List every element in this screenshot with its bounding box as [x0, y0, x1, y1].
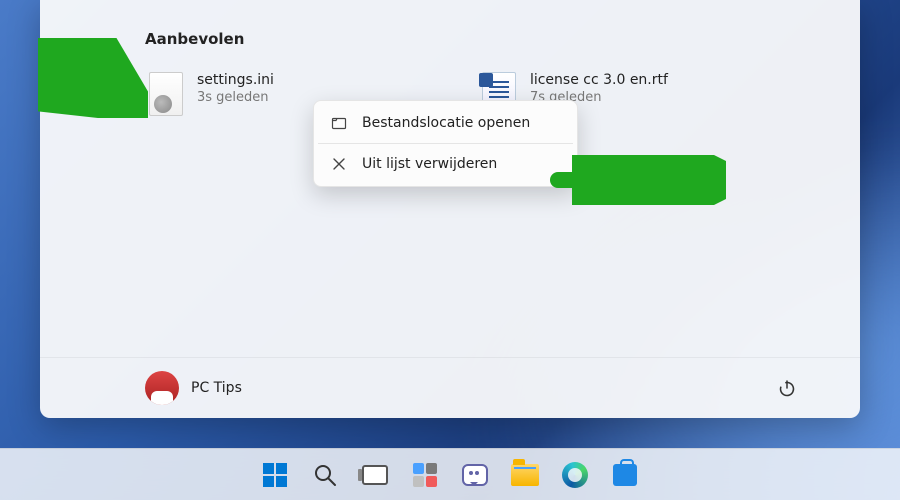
avatar: [145, 371, 179, 405]
file-name: settings.ini: [197, 72, 274, 88]
context-open-file-location[interactable]: Bestandslocatie openen: [318, 105, 573, 141]
context-remove-from-list[interactable]: Uit lijst verwijderen: [318, 146, 573, 182]
context-item-label: Bestandslocatie openen: [362, 115, 530, 131]
taskbar-widgets-button[interactable]: [404, 454, 446, 496]
taskbar-start-button[interactable]: [254, 454, 296, 496]
taskbar-store-button[interactable]: [604, 454, 646, 496]
taskbar: [0, 448, 900, 500]
windows-logo-icon: [263, 463, 287, 487]
context-item-label: Uit lijst verwijderen: [362, 156, 497, 172]
widgets-icon: [413, 463, 437, 487]
close-icon: [330, 157, 348, 171]
taskbar-edge-button[interactable]: [554, 454, 596, 496]
taskbar-task-view-button[interactable]: [354, 454, 396, 496]
task-view-icon: [362, 465, 388, 485]
recommended-item-settings-ini[interactable]: settings.ini 3s geleden: [145, 68, 278, 120]
taskbar-search-button[interactable]: [304, 454, 346, 496]
power-icon: [777, 378, 797, 398]
store-icon: [613, 464, 637, 486]
start-footer: PC Tips: [40, 357, 860, 418]
folder-icon: [511, 464, 539, 486]
start-menu-panel: Aanbevolen settings.ini 3s geleden licen…: [40, 0, 860, 418]
folder-outline-icon: [330, 115, 348, 131]
edge-icon: [562, 462, 588, 488]
user-account-button[interactable]: PC Tips: [145, 371, 242, 405]
file-icon-ini: [149, 72, 183, 116]
context-menu: Bestandslocatie openen Uit lijst verwijd…: [313, 100, 578, 187]
file-time: 3s geleden: [197, 90, 274, 105]
search-icon: [312, 462, 338, 488]
taskbar-file-explorer-button[interactable]: [504, 454, 546, 496]
file-name: license cc 3.0 en.rtf: [530, 72, 668, 88]
context-divider: [318, 143, 573, 144]
taskbar-chat-button[interactable]: [454, 454, 496, 496]
power-button[interactable]: [769, 370, 805, 406]
user-name: PC Tips: [191, 380, 242, 396]
chat-icon: [462, 464, 488, 486]
recommended-heading: Aanbevolen: [40, 0, 860, 48]
